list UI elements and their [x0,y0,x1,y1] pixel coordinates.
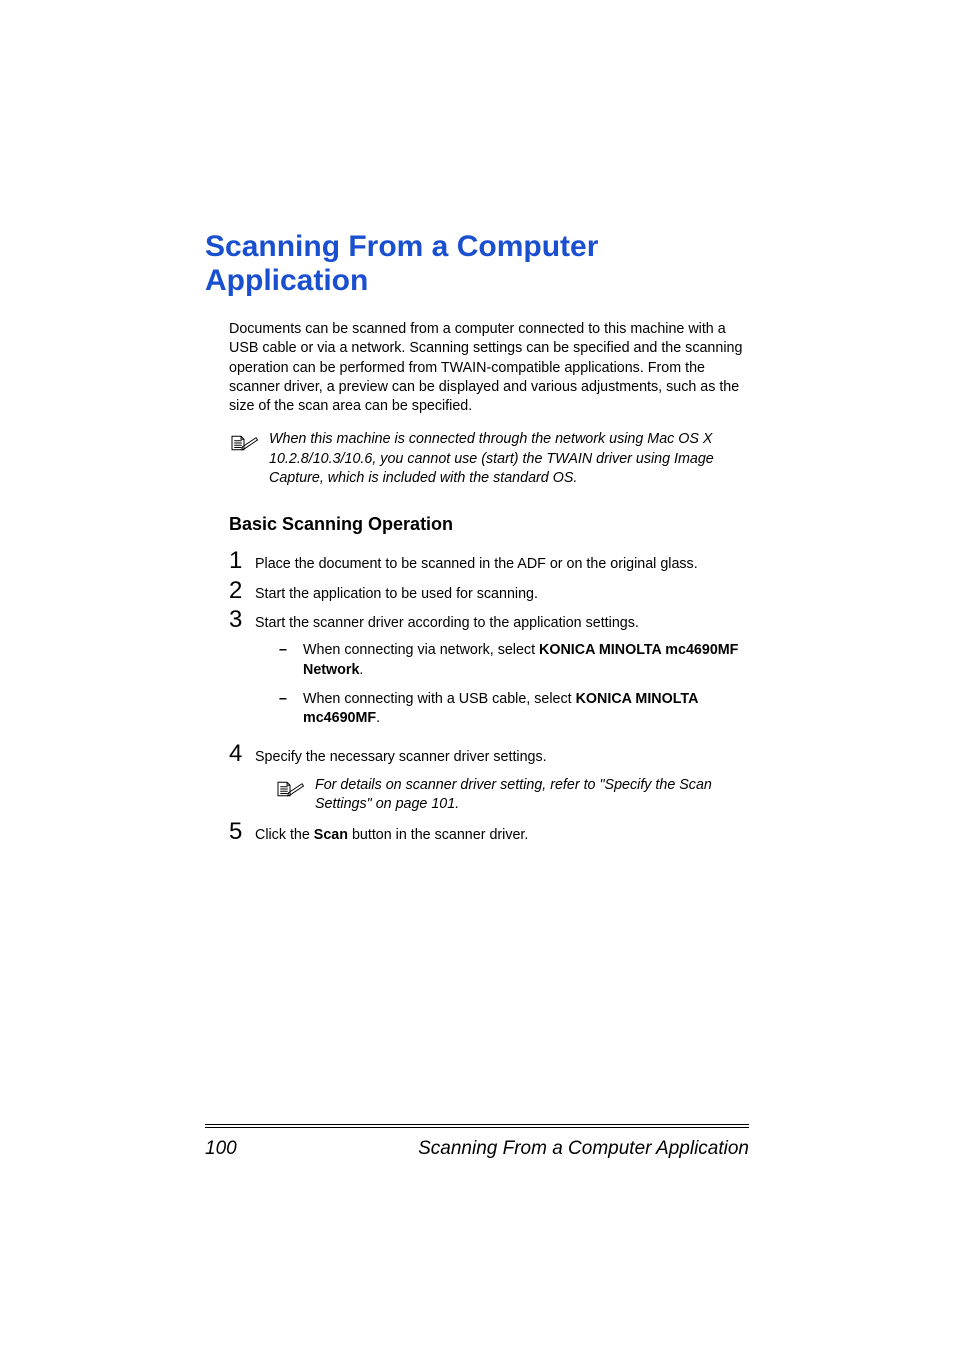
note-icon [229,432,259,454]
step-2: 2 Start the application to be used for s… [229,579,749,604]
subsection-heading: Basic Scanning Operation [229,514,749,535]
page-footer: 100 Scanning From a Computer Application [205,1124,749,1160]
step-text: Start the application to be used for sca… [255,579,749,604]
sub-item: – When connecting via network, select KO… [279,641,749,680]
step-number: 1 [229,549,255,573]
text-fragment: When connecting with a USB cable, select [303,691,576,707]
footer-title: Scanning From a Computer Application [418,1138,749,1160]
step-text: Specify the necessary scanner driver set… [255,749,547,765]
bold-text: Scan [314,827,348,843]
step-number: 2 [229,579,255,603]
note-text: For details on scanner driver setting, r… [315,776,749,815]
sub-item-text: When connecting via network, select KONI… [303,641,749,680]
text-fragment: . [359,662,363,678]
section-heading: Scanning From a Computer Application [205,230,749,298]
step-number: 4 [229,742,255,766]
note-icon [275,778,305,800]
step-number: 3 [229,608,255,632]
note-text: When this machine is connected through t… [269,430,749,488]
note-block: When this machine is connected through t… [229,430,749,488]
page-number: 100 [205,1138,237,1160]
note-block: For details on scanner driver setting, r… [275,776,749,815]
step-body: Start the scanner driver according to th… [255,608,749,738]
step-number: 5 [229,820,255,844]
intro-paragraph: Documents can be scanned from a computer… [229,320,749,416]
step-body: Click the Scan button in the scanner dri… [255,820,749,845]
step-4: 4 Specify the necessary scanner driver s… [229,742,749,816]
step-text: Start the scanner driver according to th… [255,615,639,631]
step-3: 3 Start the scanner driver according to … [229,608,749,738]
dash-icon: – [279,641,303,660]
text-fragment: . [376,710,380,726]
sub-item-text: When connecting with a USB cable, select… [303,690,749,729]
step-body: Specify the necessary scanner driver set… [255,742,749,816]
footer-rule [205,1127,749,1128]
page-container: Scanning From a Computer Application Doc… [0,0,954,1350]
text-fragment: When connecting via network, select [303,642,539,658]
step-1: 1 Place the document to be scanned in th… [229,549,749,574]
step-text: Place the document to be scanned in the … [255,549,749,574]
sub-list: – When connecting via network, select KO… [279,641,749,728]
footer-row: 100 Scanning From a Computer Application [205,1138,749,1160]
dash-icon: – [279,690,303,709]
sub-item: – When connecting with a USB cable, sele… [279,690,749,729]
text-fragment: Click the [255,827,314,843]
text-fragment: button in the scanner driver. [348,827,528,843]
steps-list: 1 Place the document to be scanned in th… [229,549,749,845]
step-5: 5 Click the Scan button in the scanner d… [229,820,749,845]
